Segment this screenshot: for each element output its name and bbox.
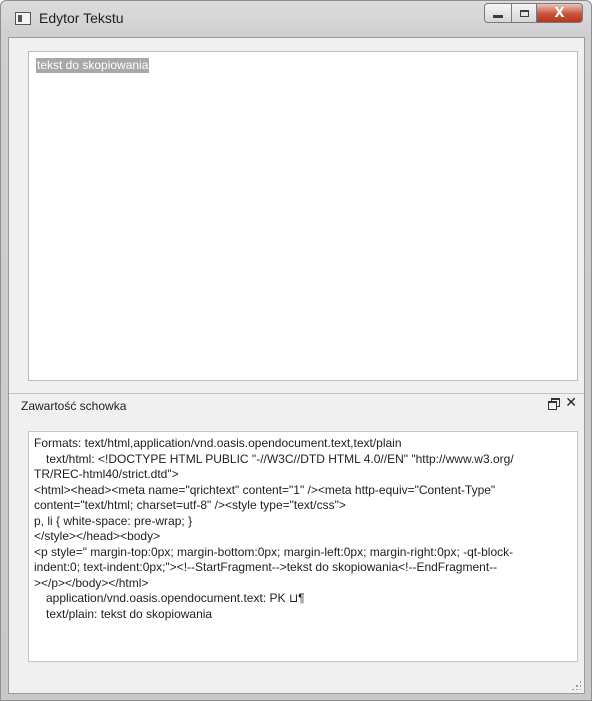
- dock-title: Zawartość schowka: [21, 399, 127, 413]
- maximize-icon: [519, 9, 529, 17]
- float-window-icon[interactable]: [548, 398, 560, 410]
- clipboard-line: content="text/html; charset=utf-8" /><st…: [34, 498, 346, 512]
- close-icon: X: [554, 5, 565, 21]
- clipboard-line: text/html: <!DOCTYPE HTML PUBLIC "-//W3C…: [46, 451, 514, 466]
- clipboard-line: application/vnd.oasis.opendocument.text:…: [46, 591, 305, 605]
- minimize-button[interactable]: [484, 3, 511, 23]
- clipboard-line: <html><head><meta name="qrichtext" conte…: [34, 482, 496, 497]
- clipboard-line: ></p></body></html>: [34, 575, 149, 590]
- clipboard-line: </style></head><body>: [34, 529, 161, 543]
- text-editor[interactable]: tekst do skopiowania: [28, 51, 578, 381]
- clipboard-line: Formats: text/html,application/vnd.oasis…: [34, 436, 402, 450]
- window-title: Edytor Tekstu: [39, 10, 124, 26]
- close-button[interactable]: X: [537, 3, 583, 23]
- clipboard-line: TR/REC-html40/strict.dtd">: [34, 467, 179, 481]
- app-window-icon[interactable]: [15, 12, 31, 25]
- title-bar[interactable]: Edytor Tekstu X: [1, 1, 591, 37]
- clipboard-line: <p style=" margin-top:0px; margin-bottom…: [34, 544, 514, 559]
- maximize-button[interactable]: [511, 3, 537, 23]
- dock-close-icon[interactable]: ✕: [565, 395, 577, 411]
- caption-buttons: X: [484, 3, 583, 23]
- clipboard-content[interactable]: Formats: text/html,application/vnd.oasis…: [28, 431, 578, 662]
- clipboard-line: indent:0; text-indent:0px;"><!--StartFra…: [34, 560, 498, 574]
- clipboard-line: text/plain: tekst do skopiowania: [46, 606, 213, 621]
- client-area: tekst do skopiowania Zawartość schowka ✕…: [8, 37, 585, 694]
- dock-separator[interactable]: [9, 393, 584, 394]
- resize-grip[interactable]: [571, 680, 581, 690]
- selected-text[interactable]: tekst do skopiowania: [36, 58, 150, 73]
- clipboard-line: p, li { white-space: pre-wrap; }: [34, 513, 193, 528]
- main-window: Edytor Tekstu X tekst do skopiowania Zaw…: [0, 0, 592, 701]
- minimize-icon: [493, 15, 503, 18]
